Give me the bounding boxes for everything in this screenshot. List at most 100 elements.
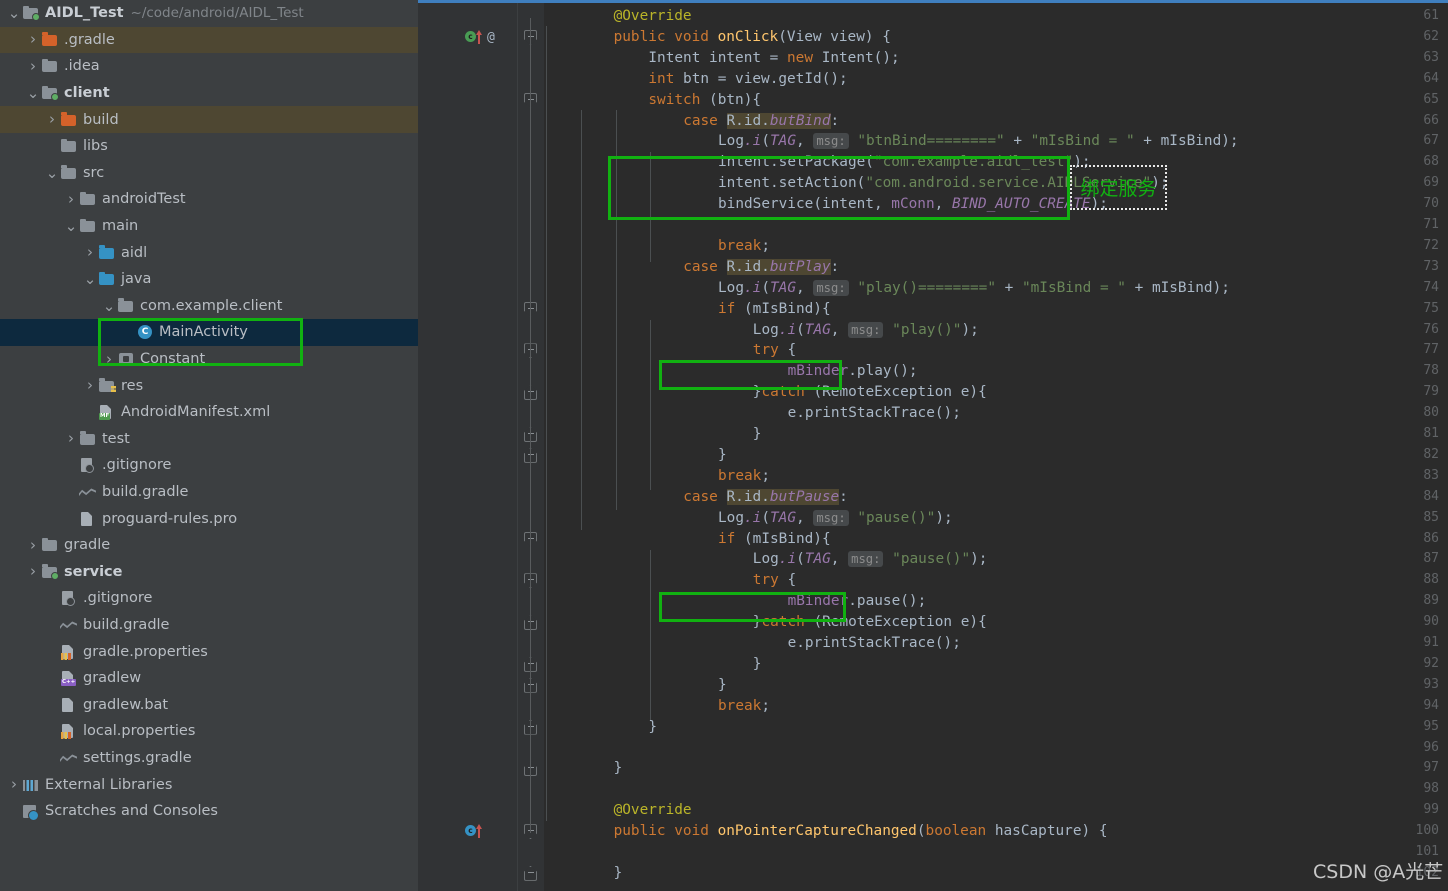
tree-item-androidmanifest-xml[interactable]: MF AndroidManifest.xml [0, 399, 418, 426]
code-line[interactable]: mBinder.play(); [788, 361, 918, 382]
override-method-marker-icon[interactable]: @ [465, 29, 495, 45]
chevron-right-icon[interactable]: › [82, 245, 98, 260]
tree-item-gradle-properties[interactable]: gradle.properties [0, 638, 418, 665]
code-line[interactable]: e.printStackTrace(); [788, 633, 961, 654]
code-line[interactable]: } [718, 675, 727, 696]
code-line[interactable]: } [753, 654, 762, 675]
code-line[interactable]: break; [718, 466, 770, 487]
code-line[interactable]: @Override [614, 6, 692, 27]
code-line[interactable]: if (mIsBind){ [718, 299, 831, 320]
chevron-down-icon[interactable]: ⌄ [82, 272, 98, 287]
chevron-right-icon[interactable]: › [25, 564, 41, 579]
chevron-right-icon[interactable]: › [63, 191, 79, 207]
properties-file-icon [60, 644, 78, 660]
tree-item-external-libraries[interactable]: › External Libraries [0, 771, 418, 798]
code-line[interactable]: } [718, 445, 727, 466]
tree-item-service[interactable]: › service [0, 558, 418, 585]
code-line[interactable]: mBinder.pause(); [788, 591, 927, 612]
chevron-down-icon[interactable]: ⌄ [63, 219, 79, 234]
chevron-right-icon[interactable]: › [101, 351, 117, 367]
tree-item-settings-gradle[interactable]: settings.gradle [0, 745, 418, 772]
indent-guide [581, 110, 582, 530]
tree-item-constant[interactable]: › Constant [0, 346, 418, 373]
tree-item-gitignore[interactable]: .gitignore [0, 452, 418, 479]
code-folding-gutter[interactable] [518, 0, 544, 891]
properties-file-icon [60, 723, 78, 740]
chevron-down-icon[interactable]: ⌄ [44, 165, 60, 180]
code-line[interactable]: Intent intent = new Intent(); [648, 48, 899, 69]
code-line[interactable]: Log.i(TAG, msg: "pause()"); [718, 508, 953, 529]
code-line[interactable]: if (mIsBind){ [718, 529, 831, 550]
tree-item-gradlew[interactable]: C++ gradlew [0, 665, 418, 692]
code-line[interactable]: try { [753, 340, 796, 361]
tree-item-client[interactable]: ⌄ client [0, 80, 418, 107]
chevron-right-icon[interactable]: › [25, 32, 41, 47]
code-token: @Override [613, 802, 692, 819]
code-line[interactable]: e.printStackTrace(); [788, 403, 961, 424]
tree-item-gradle[interactable]: › .gradle [0, 26, 418, 54]
code-line[interactable]: Log.i(TAG, msg: "pause()"); [753, 549, 987, 570]
tree-item-androidtest[interactable]: › androidTest [0, 186, 418, 213]
tree-item-scratches-and-consoles[interactable]: Scratches and Consoles [0, 798, 418, 825]
code-line[interactable]: case R.id.butPause: [683, 487, 848, 508]
tree-item-test[interactable]: › test [0, 426, 418, 453]
code-line[interactable]: public void onPointerCaptureChanged(bool… [614, 821, 1108, 842]
tree-item-idea[interactable]: › .idea [0, 53, 418, 80]
code-line[interactable]: case R.id.butPlay: [683, 257, 839, 278]
project-tree-panel[interactable]: ⌄ AIDL_Test ~/code/android/AIDL_Test › .grad… [0, 0, 418, 891]
code-line[interactable]: case R.id.butBind: [683, 111, 839, 132]
chevron-right-icon[interactable]: › [6, 777, 22, 792]
code-line[interactable]: break; [718, 696, 770, 717]
chevron-right-icon[interactable]: › [44, 112, 60, 127]
chevron-down-icon[interactable]: ⌄ [25, 86, 41, 101]
code-line[interactable]: break; [718, 236, 770, 257]
tree-item-aidl[interactable]: › aidl [0, 239, 418, 266]
code-line[interactable]: try { [753, 570, 796, 591]
tree-item-mainactivity[interactable]: C MainActivity [0, 319, 418, 346]
code-editor[interactable]: @Override public void onClick(View view) … [418, 0, 1448, 891]
line-number-gutter[interactable] [418, 0, 518, 891]
tree-item-build[interactable]: › build [0, 106, 418, 133]
tree-item-gitignore[interactable]: .gitignore [0, 585, 418, 612]
tree-item-gradle[interactable]: › gradle [0, 532, 418, 559]
code-line[interactable]: public void onClick(View view) { [614, 27, 891, 48]
code-line[interactable]: intent.setAction("com.android.service.AI… [718, 173, 1169, 194]
tree-item-java[interactable]: ⌄ java [0, 266, 418, 293]
code-token: + mIsBind); [1125, 279, 1230, 296]
tree-item-build-gradle[interactable]: build.gradle [0, 479, 418, 506]
chevron-down-icon[interactable]: ⌄ [101, 298, 117, 313]
code-line[interactable]: Log.i(TAG, msg: "play()========" + "mIsB… [718, 278, 1230, 299]
code-text-area[interactable]: @Override public void onClick(View view) … [544, 0, 1448, 891]
code-line[interactable]: }catch (RemoteException e){ [753, 382, 987, 403]
code-line[interactable]: bindService(intent, mConn, BIND_AUTO_CRE… [718, 194, 1108, 215]
code-line[interactable]: switch (btn){ [648, 90, 761, 111]
tree-item-libs[interactable]: libs [0, 133, 418, 160]
code-line[interactable]: Log.i(TAG, msg: "btnBind========" + "mIs… [718, 131, 1239, 152]
code-line[interactable]: int btn = view.getId(); [648, 69, 847, 90]
tree-item-main[interactable]: ⌄ main [0, 213, 418, 240]
chevron-right-icon[interactable]: › [25, 58, 41, 74]
chevron-down-icon[interactable]: ⌄ [6, 6, 22, 21]
tree-item-aidl-test[interactable]: ⌄ AIDL_Test ~/code/android/AIDL_Test [0, 0, 418, 27]
tree-item-label: proguard-rules.pro [102, 510, 238, 527]
tree-item-res[interactable]: › res [0, 372, 418, 399]
code-line[interactable]: } [753, 424, 762, 445]
code-line[interactable]: Log.i(TAG, msg: "play()"); [753, 320, 979, 341]
code-line[interactable]: }catch (RemoteException e){ [753, 612, 987, 633]
tree-item-build-gradle[interactable]: build.gradle [0, 612, 418, 639]
tree-item-src[interactable]: ⌄ src [0, 160, 418, 187]
code-line[interactable]: } [614, 863, 623, 884]
tree-item-proguard-rules-pro[interactable]: proguard-rules.pro [0, 505, 418, 532]
code-line[interactable]: } [614, 758, 623, 779]
code-line[interactable]: intent.setPackage("com.example.aidl_test… [718, 152, 1091, 173]
code-token: ); [1090, 196, 1108, 213]
implements-method-marker-icon[interactable] [465, 823, 482, 839]
tree-item-local-properties[interactable]: local.properties [0, 718, 418, 745]
chevron-right-icon[interactable]: › [63, 431, 79, 446]
chevron-right-icon[interactable]: › [25, 537, 41, 553]
code-line[interactable]: @Override [614, 800, 692, 821]
chevron-right-icon[interactable]: › [82, 378, 98, 393]
tree-item-gradlew-bat[interactable]: gradlew.bat [0, 691, 418, 718]
tree-item-com-example-client[interactable]: ⌄ com.example.client [0, 293, 418, 320]
